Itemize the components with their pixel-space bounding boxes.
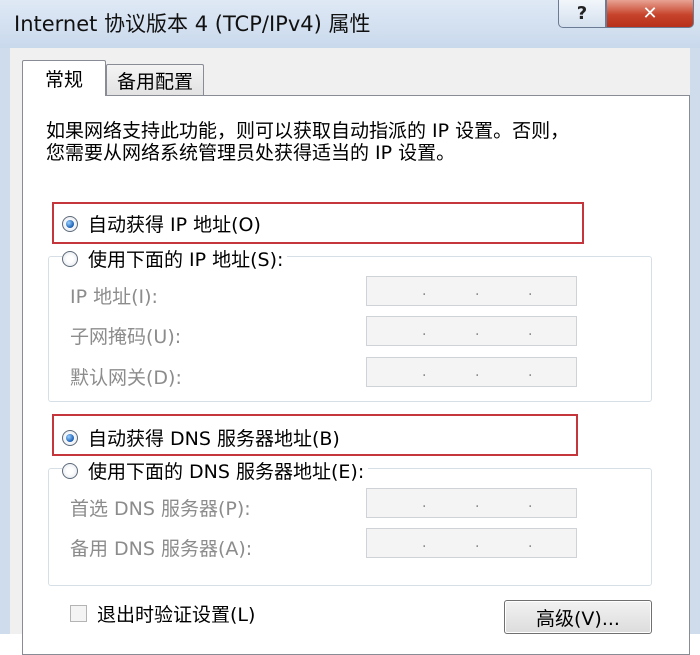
dns-manual-label: 使用下面的 DNS 服务器地址(E): [88, 461, 365, 483]
validate-on-exit-label: 退出时验证设置(L) [97, 604, 256, 626]
tab-label: 备用配置 [116, 70, 193, 93]
ip-auto-label: 自动获得 IP 地址(O) [88, 214, 261, 236]
advanced-button-label: 高级(V)... [536, 607, 620, 630]
dns-server-group [48, 468, 652, 586]
ip-manual-radio-row[interactable]: 使用下面的 IP 地址(S): [62, 245, 288, 272]
ip-octet-separator: . [422, 364, 427, 380]
ip-manual-radio[interactable] [62, 250, 78, 267]
ip-octet-separator: . [475, 323, 480, 339]
ip-octet-separator: . [422, 283, 427, 299]
window-frame-left [0, 48, 10, 634]
ip-octet-separator: . [528, 364, 533, 380]
dns-auto-radio-row[interactable]: 自动获得 DNS 服务器地址(B) [62, 424, 344, 451]
alternate-dns-label: 备用 DNS 服务器(A): [70, 538, 253, 560]
window-title: Internet 协议版本 4 (TCP/IPv4) 属性 [14, 12, 371, 36]
title-bar: Internet 协议版本 4 (TCP/IPv4) 属性 ? ✕ [0, 0, 700, 49]
close-button[interactable]: ✕ [606, 0, 694, 28]
ip-auto-radio[interactable] [62, 215, 78, 232]
dns-manual-radio-row[interactable]: 使用下面的 DNS 服务器地址(E): [62, 457, 369, 484]
ip-octet-separator: . [528, 495, 533, 511]
ip-octet-separator: . [475, 535, 480, 551]
ip-auto-radio-row[interactable]: 自动获得 IP 地址(O) [62, 210, 265, 237]
window-frame-right [690, 48, 700, 634]
ip-octet-separator: . [422, 323, 427, 339]
ip-manual-label: 使用下面的 IP 地址(S): [88, 249, 284, 271]
tab-general[interactable]: 常规 [22, 60, 106, 96]
default-gateway-label: 默认网关(D): [70, 367, 182, 389]
help-icon: ? [576, 3, 588, 24]
default-gateway-input[interactable]: . . . [366, 357, 577, 387]
preferred-dns-input[interactable]: . . . [366, 488, 577, 518]
ip-octet-separator: . [475, 364, 480, 380]
dns-auto-radio[interactable] [62, 429, 78, 446]
subnet-mask-input[interactable]: . . . [366, 316, 577, 346]
tab-alternate-config[interactable]: 备用配置 [106, 64, 204, 95]
ip-octet-separator: . [422, 535, 427, 551]
tab-label: 常规 [44, 69, 83, 91]
description-line-2: 您需要从网络系统管理员处获得适当的 IP 设置。 [46, 142, 456, 164]
ip-octet-separator: . [475, 283, 480, 299]
subnet-mask-label: 子网掩码(U): [70, 326, 182, 348]
ip-octet-separator: . [528, 283, 533, 299]
ip-address-label: IP 地址(I): [70, 286, 158, 308]
ip-octet-separator: . [422, 495, 427, 511]
dns-manual-radio[interactable] [62, 462, 78, 479]
ip-address-input[interactable]: . . . [366, 276, 577, 306]
ip-octet-separator: . [528, 535, 533, 551]
ip-octet-separator: . [528, 323, 533, 339]
ip-octet-separator: . [475, 495, 480, 511]
validate-on-exit-row[interactable]: 退出时验证设置(L) [70, 600, 255, 627]
validate-on-exit-checkbox[interactable] [70, 605, 87, 622]
advanced-button[interactable]: 高级(V)... [504, 600, 652, 634]
dns-auto-label: 自动获得 DNS 服务器地址(B) [88, 428, 340, 450]
alternate-dns-input[interactable]: . . . [366, 528, 577, 558]
preferred-dns-label: 首选 DNS 服务器(P): [70, 498, 251, 520]
help-button[interactable]: ? [558, 0, 606, 28]
close-icon: ✕ [642, 3, 658, 24]
